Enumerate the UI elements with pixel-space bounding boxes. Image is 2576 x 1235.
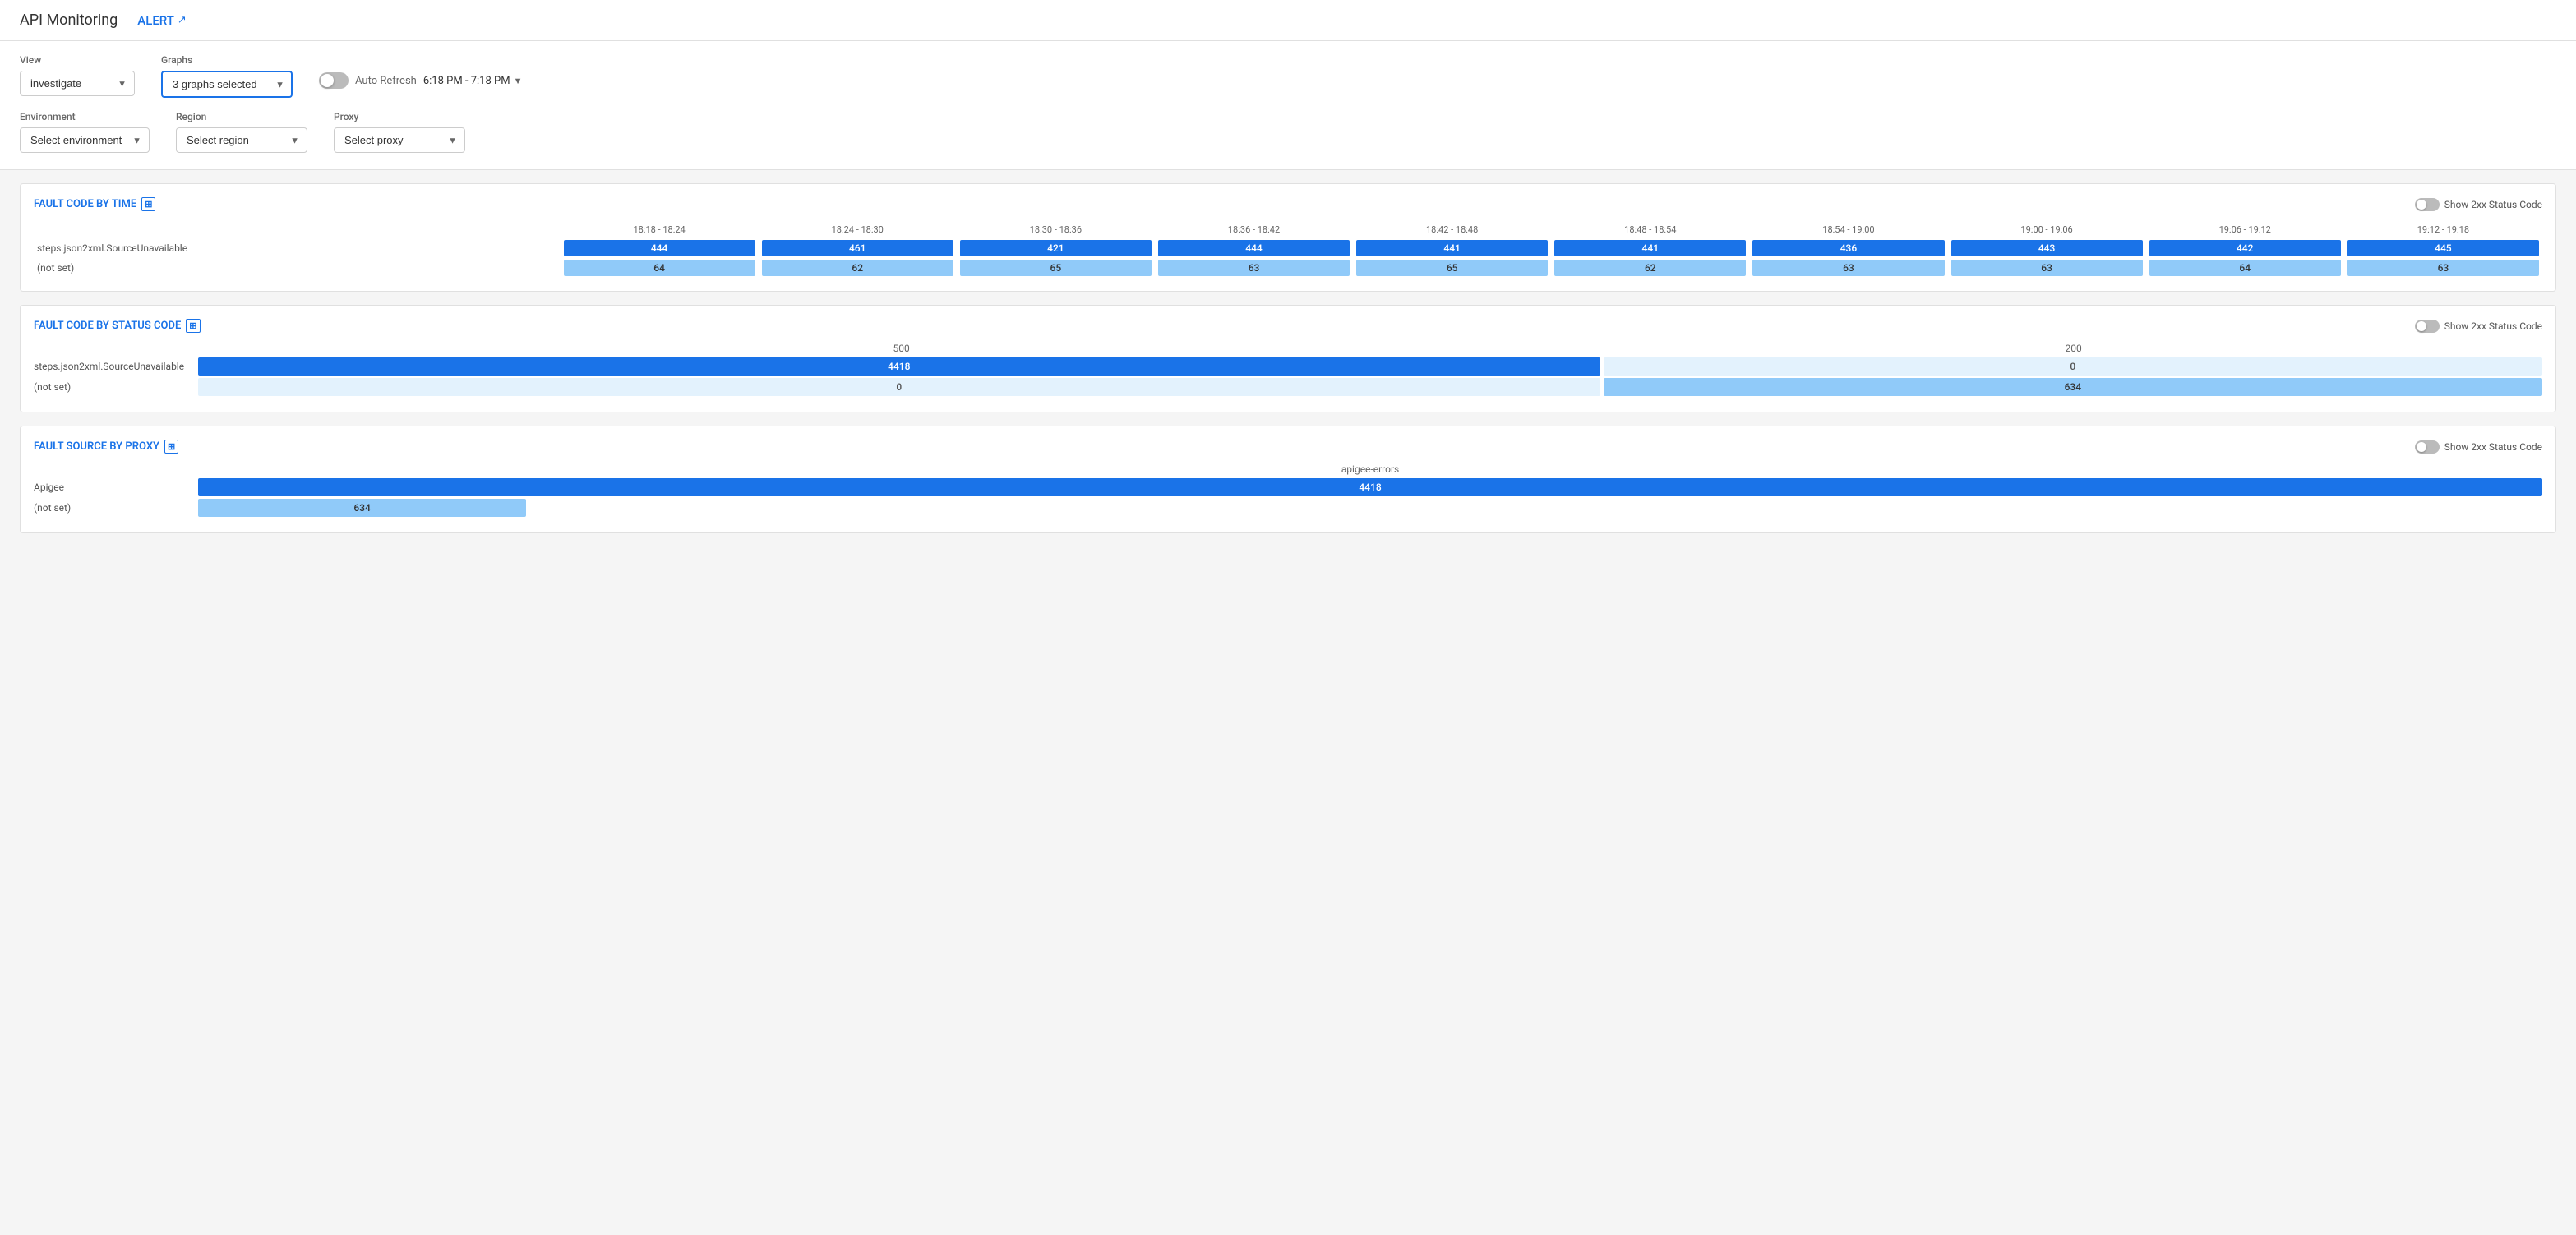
chart3-icon: ⊞ xyxy=(164,440,178,454)
environment-select[interactable]: Select environment xyxy=(20,127,150,153)
region-select[interactable]: Select region xyxy=(176,127,307,153)
chart1-2xx-label: Show 2xx Status Code xyxy=(2444,199,2542,210)
controls-section: View investigate ▼ Graphs 3 graphs selec… xyxy=(0,41,2576,170)
chart2-2xx-toggle-thumb xyxy=(2417,321,2426,331)
time-range-value: 6:18 PM - 7:18 PM xyxy=(423,75,510,87)
view-control: View investigate ▼ xyxy=(20,54,135,96)
chart1-table: 18:18 - 18:2418:24 - 18:3018:30 - 18:361… xyxy=(34,221,2542,278)
chart2-show-2xx: Show 2xx Status Code xyxy=(2415,320,2542,333)
region-control: Region Select region ▼ xyxy=(176,111,307,153)
chart2-2xx-toggle[interactable] xyxy=(2415,320,2440,333)
chart1-title-text: FAULT CODE BY TIME xyxy=(34,198,136,210)
graphs-select-wrapper: 3 graphs selected ▼ xyxy=(161,71,293,98)
chart2-icon: ⊞ xyxy=(186,319,200,333)
fault-code-by-time-card: FAULT CODE BY TIME ⊞ Show 2xx Status Cod… xyxy=(20,183,2556,292)
auto-refresh-toggle-thumb xyxy=(321,74,334,87)
chart2-table: 500200 steps.json2xml.SourceUnavailable … xyxy=(34,343,2542,396)
chart1-icon: ⊞ xyxy=(141,197,155,211)
auto-refresh-label: Auto Refresh xyxy=(355,75,417,87)
app-header: API Monitoring ALERT xyxy=(0,0,2576,41)
main-content: FAULT CODE BY TIME ⊞ Show 2xx Status Cod… xyxy=(0,170,2576,546)
chart3-show-2xx: Show 2xx Status Code xyxy=(2415,440,2542,454)
chart3-2xx-label: Show 2xx Status Code xyxy=(2444,441,2542,453)
proxy-control: Proxy Select proxy ▼ xyxy=(334,111,465,153)
chart2-header: FAULT CODE BY STATUS CODE ⊞ Show 2xx Sta… xyxy=(34,319,2542,333)
proxy-select[interactable]: Select proxy xyxy=(334,127,465,153)
chart1-title: FAULT CODE BY TIME ⊞ xyxy=(34,197,155,211)
chart2-title-text: FAULT CODE BY STATUS CODE xyxy=(34,320,181,332)
app-title: API Monitoring xyxy=(20,12,118,29)
auto-refresh-toggle[interactable] xyxy=(319,72,349,89)
proxy-label: Proxy xyxy=(334,111,465,122)
region-label: Region xyxy=(176,111,307,122)
region-select-wrapper: Select region ▼ xyxy=(176,127,307,153)
chart3-2xx-toggle[interactable] xyxy=(2415,440,2440,454)
list-item: steps.json2xml.SourceUnavailable 4418 0 xyxy=(34,357,2542,376)
chart1-header: FAULT CODE BY TIME ⊞ Show 2xx Status Cod… xyxy=(34,197,2542,211)
time-range-picker[interactable]: 6:18 PM - 7:18 PM ▼ xyxy=(423,75,523,87)
list-item: (not set) 0 634 xyxy=(34,378,2542,396)
chart1-2xx-toggle[interactable] xyxy=(2415,198,2440,211)
fault-code-by-status-card: FAULT CODE BY STATUS CODE ⊞ Show 2xx Sta… xyxy=(20,305,2556,412)
time-range-chevron-icon: ▼ xyxy=(514,76,523,86)
environment-label: Environment xyxy=(20,111,150,122)
chart3-header: FAULT SOURCE BY PROXY ⊞ Show 2xx Status … xyxy=(34,440,2542,454)
chart3-table: apigee-errors Apigee 4418 (not set) 634 xyxy=(34,463,2542,517)
environment-select-wrapper: Select environment ▼ xyxy=(20,127,150,153)
view-select-wrapper: investigate ▼ xyxy=(20,71,135,96)
list-item: (not set) 634 xyxy=(34,499,2542,517)
environment-control: Environment Select environment ▼ xyxy=(20,111,150,153)
chart3-2xx-toggle-thumb xyxy=(2417,442,2426,452)
chart3-title-text: FAULT SOURCE BY PROXY xyxy=(34,440,159,453)
chart3-title: FAULT SOURCE BY PROXY ⊞ xyxy=(34,440,178,454)
fault-source-by-proxy-card: FAULT SOURCE BY PROXY ⊞ Show 2xx Status … xyxy=(20,426,2556,533)
chart2-title: FAULT CODE BY STATUS CODE ⊞ xyxy=(34,319,201,333)
view-label: View xyxy=(20,54,135,66)
list-item: Apigee 4418 xyxy=(34,478,2542,496)
graphs-select[interactable]: 3 graphs selected xyxy=(161,71,293,98)
chart1-show-2xx: Show 2xx Status Code xyxy=(2415,198,2542,211)
graphs-label: Graphs xyxy=(161,54,293,66)
alert-link[interactable]: ALERT xyxy=(137,13,187,28)
proxy-select-wrapper: Select proxy ▼ xyxy=(334,127,465,153)
view-select[interactable]: investigate xyxy=(20,71,135,96)
chart2-2xx-label: Show 2xx Status Code xyxy=(2444,320,2542,332)
chart1-2xx-toggle-thumb xyxy=(2417,200,2426,210)
graphs-control: Graphs 3 graphs selected ▼ xyxy=(161,54,293,98)
auto-refresh-group: Auto Refresh 6:18 PM - 7:18 PM ▼ xyxy=(319,72,522,89)
